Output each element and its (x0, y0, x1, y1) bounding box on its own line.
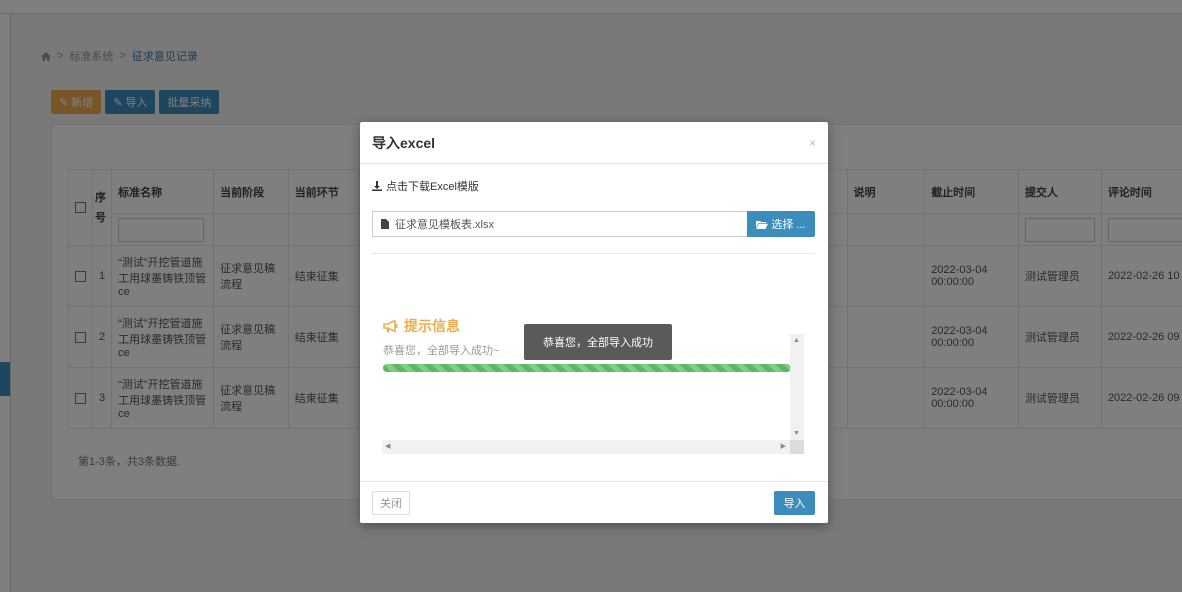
scroll-down-icon[interactable]: ▼ (793, 430, 800, 437)
bullhorn-icon (383, 319, 398, 333)
vertical-scrollbar[interactable]: ▲ ▼ (790, 334, 804, 440)
close-button[interactable]: 关闭 (372, 491, 410, 515)
import-excel-modal: 导入excel × 点击下载Excel模版 征求意见模板表.xlsx 选择 ..… (360, 122, 828, 523)
file-picker: 征求意见模板表.xlsx 选择 ... (372, 211, 815, 237)
file-icon (381, 219, 389, 229)
folder-open-icon (756, 220, 769, 229)
modal-title: 导入excel (372, 134, 436, 151)
modal-footer: 关闭 导入 (360, 481, 828, 523)
progress-fill (383, 364, 791, 372)
import-progress-bar (383, 364, 791, 372)
scroll-right-icon[interactable]: ▶ (781, 442, 786, 450)
success-toast: 恭喜您，全部导入成功 (524, 324, 672, 360)
download-icon (372, 181, 382, 191)
scroll-up-icon[interactable]: ▲ (793, 337, 800, 344)
divider (372, 253, 815, 254)
horizontal-scrollbar[interactable]: ◀ ▶ (382, 440, 804, 454)
download-template-link[interactable]: 点击下载Excel模版 (372, 178, 479, 194)
scrollbar-corner (790, 440, 804, 454)
file-name: 征求意见模板表.xlsx (395, 219, 494, 231)
scroll-left-icon[interactable]: ◀ (385, 442, 390, 450)
file-name-field[interactable]: 征求意见模板表.xlsx (372, 211, 747, 237)
import-button[interactable]: 导入 (774, 491, 815, 515)
choose-file-button[interactable]: 选择 ... (747, 211, 815, 237)
notice-title: 提示信息 (383, 316, 460, 336)
modal-header: 导入excel × (360, 122, 828, 164)
close-icon[interactable]: × (809, 136, 816, 150)
notice-message: 恭喜您，全部导入成功~ (383, 345, 500, 357)
